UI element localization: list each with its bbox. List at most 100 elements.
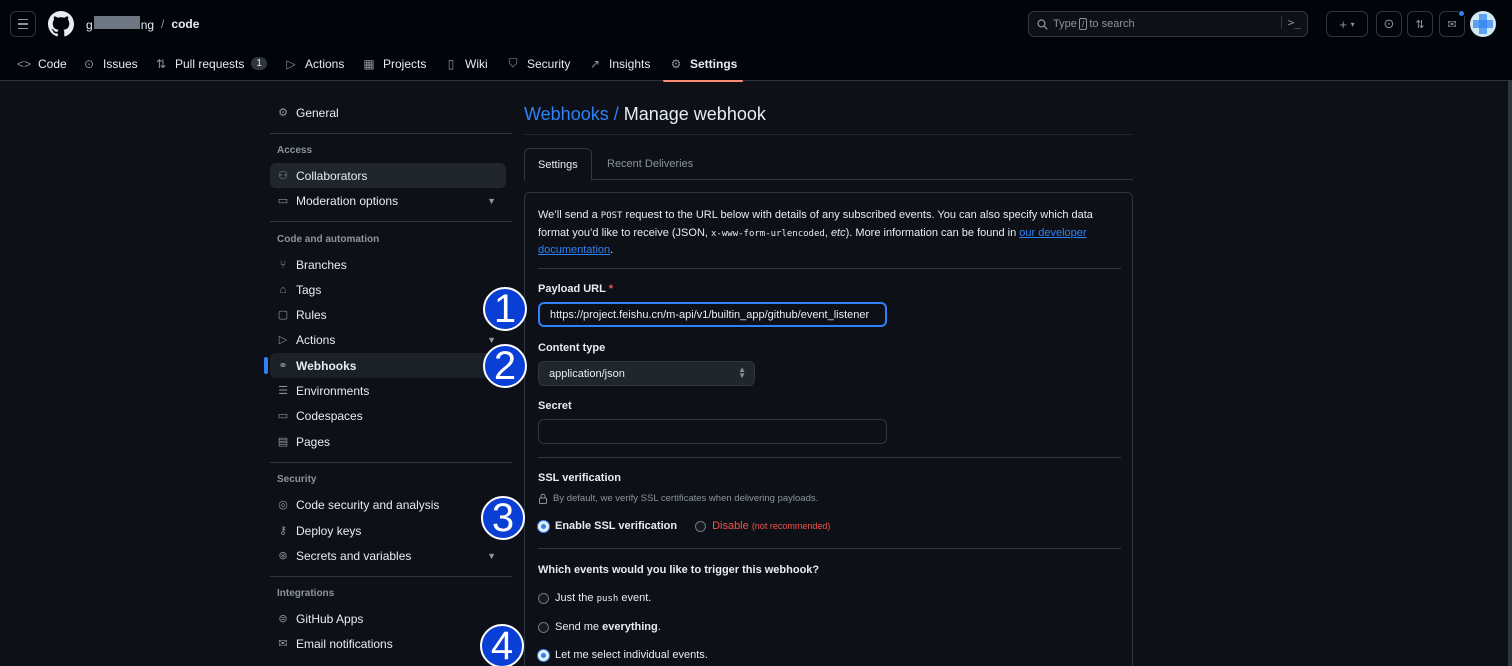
section-divider	[538, 268, 1121, 269]
search-icon	[1037, 18, 1048, 30]
repo-name[interactable]: code	[171, 17, 199, 31]
event-push-radio[interactable]	[538, 592, 549, 604]
redacted-owner	[93, 16, 140, 29]
pull-request-count: 1	[251, 57, 267, 70]
webhook-tabs: Settings Recent Deliveries	[524, 148, 1133, 181]
sidebar-item-environments[interactable]: ☰ Environments	[270, 378, 506, 403]
top-bar: g ng / code Type / to search >_ + ▾ ⊙ ⇅ ✉	[0, 0, 1512, 46]
sidebar-item-branches[interactable]: ⑂ Branches	[270, 252, 506, 277]
content-type-label: Content type	[538, 342, 606, 354]
sidebar-heading-code: Code and automation	[277, 234, 380, 245]
issues-icon[interactable]: ⊙	[1376, 11, 1402, 37]
chevron-down-icon: ▼	[487, 550, 496, 561]
ssl-disable-label[interactable]: Disable (not recommended)	[712, 520, 830, 532]
sidebar-item-collaborators[interactable]: ⚇ Collaborators	[270, 163, 506, 188]
avatar[interactable]	[1470, 11, 1496, 37]
tab-settings[interactable]: ⚙ Settings	[662, 46, 744, 82]
sidebar-item-actions[interactable]: ▷ Actions ▼	[270, 327, 506, 352]
tab-recent-deliveries[interactable]: Recent Deliveries	[594, 148, 706, 180]
sidebar-item-moderation[interactable]: ▭ Moderation options ▼	[270, 188, 506, 213]
sidebar-divider	[270, 462, 512, 463]
payload-url-input[interactable]	[538, 302, 887, 327]
chevron-down-icon: ▼	[487, 195, 496, 206]
pull-request-icon: ⇅	[155, 56, 167, 71]
code-icon: <>	[17, 56, 32, 71]
tab-insights[interactable]: ↗ Insights	[588, 46, 650, 81]
section-divider	[538, 457, 1121, 458]
create-new-button[interactable]: + ▾	[1326, 11, 1368, 37]
sidebar-item-webhooks[interactable]: ⚭ Webhooks	[264, 353, 506, 378]
chevron-down-icon: ▾	[1350, 19, 1355, 29]
notification-dot	[1458, 10, 1465, 17]
tab-security[interactable]: ⛉ Security	[506, 46, 570, 81]
github-logo-icon[interactable]	[48, 11, 74, 37]
tab-projects[interactable]: ▦ Projects	[362, 46, 426, 81]
tab-issues[interactable]: ⊙ Issues	[82, 46, 138, 81]
intro-text: We’ll send a POST request to the URL bel…	[538, 209, 1093, 256]
sidebar-item-deploy-keys[interactable]: ⚷ Deploy keys	[270, 518, 506, 543]
sidebar-item-github-apps[interactable]: ⊜ GitHub Apps	[270, 606, 506, 631]
sidebar-item-tags[interactable]: ⌂ Tags	[270, 277, 506, 302]
event-everything-radio[interactable]	[538, 621, 549, 633]
event-option-individual[interactable]: Let me select individual events.	[538, 649, 708, 661]
tag-icon: ⌂	[279, 283, 287, 296]
tab-actions[interactable]: ▷ Actions	[284, 46, 344, 81]
annotation-badge-2: 2	[483, 344, 527, 388]
apps-icon: ⊜	[278, 613, 288, 625]
tab-pull-requests[interactable]: ⇅ Pull requests 1	[154, 46, 267, 81]
event-option-push[interactable]: Just the push event.	[538, 592, 651, 604]
asterisk-icon: ⊛	[278, 550, 288, 562]
sidebar-item-secrets[interactable]: ⊛ Secrets and variables ▼	[270, 543, 506, 568]
menu-icon[interactable]	[10, 11, 36, 37]
sidebar-divider	[270, 133, 512, 134]
section-divider	[538, 548, 1121, 549]
secret-input[interactable]	[538, 419, 887, 444]
event-individual-radio[interactable]	[538, 649, 549, 661]
codespaces-icon: ▭	[277, 410, 289, 422]
sidebar-item-general[interactable]: ⚙ General	[270, 100, 506, 125]
tab-wiki[interactable]: ▯ Wiki	[444, 46, 488, 81]
codescan-icon: ◎	[278, 499, 288, 511]
lock-icon	[539, 493, 547, 504]
sidebar-heading-access: Access	[277, 145, 313, 156]
table-icon: ▦	[363, 56, 375, 71]
gear-icon: ⚙	[278, 107, 288, 119]
sidebar-item-rules[interactable]: ▢ Rules	[270, 302, 506, 327]
sidebar-divider	[270, 576, 512, 577]
webhooks-breadcrumb-link[interactable]: Webhooks /	[524, 104, 619, 124]
pull-requests-icon[interactable]: ⇅	[1407, 11, 1433, 37]
chevron-down-icon: ▼	[487, 334, 496, 345]
sidebar-item-pages[interactable]: ▤ Pages	[270, 429, 506, 454]
browser-icon: ▤	[277, 436, 289, 448]
command-palette-icon[interactable]: >_	[1280, 16, 1301, 29]
breadcrumb-separator: /	[161, 17, 165, 31]
search-shortcut-key: /	[1078, 18, 1088, 30]
sidebar-heading-security: Security	[277, 474, 317, 485]
sidebar-item-code-security[interactable]: ◎ Code security and analysis	[270, 492, 506, 517]
sidebar-item-email-notifications[interactable]: ✉ Email notifications	[270, 631, 506, 656]
sidebar-item-codespaces[interactable]: ▭ Codespaces	[270, 403, 506, 428]
payload-url-label: Payload URL *	[538, 283, 613, 295]
page-title: Webhooks / Manage webhook	[524, 104, 766, 124]
tab-webhook-settings[interactable]: Settings	[524, 148, 592, 181]
comment-icon: ▭	[277, 195, 289, 207]
content-type-select[interactable]: application/json ▲ ▼	[538, 361, 755, 386]
graph-icon: ↗	[589, 56, 601, 71]
key-icon: ⚷	[278, 525, 288, 537]
tab-code[interactable]: <> Code	[17, 46, 67, 81]
gear-icon: ⚙	[670, 56, 682, 71]
ssl-enable-radio[interactable]	[538, 520, 549, 532]
ssl-verification-label: SSL verification	[538, 472, 621, 484]
ssl-enable-label[interactable]: Enable SSL verification	[555, 520, 677, 532]
shield-icon: ⛉	[508, 56, 518, 70]
branch-icon: ⑂	[279, 258, 287, 271]
annotation-badge-4: 4	[480, 624, 524, 666]
sidebar-heading-integrations: Integrations	[277, 588, 335, 599]
page-scrollbar[interactable]	[1508, 81, 1512, 666]
sidebar-divider	[270, 221, 512, 222]
webhook-icon: ⚭	[278, 360, 288, 372]
ssl-disable-radio[interactable]	[695, 520, 707, 532]
repo-owner[interactable]: g ng	[86, 16, 154, 32]
event-option-everything[interactable]: Send me everything.	[538, 621, 661, 633]
search-input[interactable]: Type / to search >_	[1028, 11, 1308, 37]
